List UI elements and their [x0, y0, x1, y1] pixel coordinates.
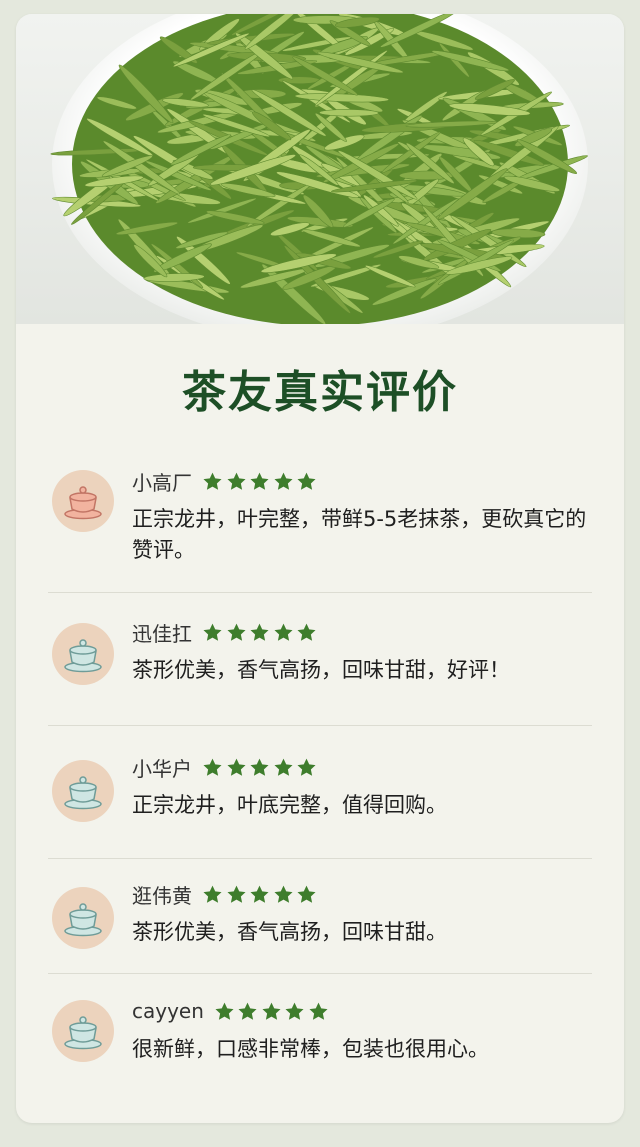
teacup-pink-icon — [52, 470, 114, 532]
reviewer-name: cayyen — [132, 999, 204, 1023]
star-icon — [250, 758, 269, 776]
star-icon — [273, 472, 293, 490]
teacup-blue-icon — [52, 623, 114, 685]
star-icon — [226, 885, 246, 903]
review-text: 茶形优美，香气高扬，回味甘甜。 — [132, 920, 447, 944]
star-icon — [226, 472, 246, 490]
review-text: 正宗龙井，叶完整，带鲜5-5老抹茶，更砍真它的赞评。 — [132, 507, 587, 562]
review-text: 正宗龙井，叶底完整，值得回购。 — [132, 793, 447, 817]
reviewer-row: 迅佳扛 — [132, 619, 592, 646]
reviewer-name: 小高厂 — [132, 470, 192, 495]
reviewer-name: 逛伟黄 — [132, 883, 192, 908]
star-icon — [273, 758, 293, 776]
review-body: 小高厂 正宗龙井，叶完整，带鲜5-5老抹茶，更砍真它的赞评。 — [132, 468, 592, 566]
star-rating — [202, 471, 320, 492]
review-body: 逛伟黄 茶形优美，香气高扬，回味甘甜。 — [132, 881, 592, 948]
star-icon — [285, 1002, 304, 1020]
star-icon — [215, 1002, 234, 1020]
star-icon — [203, 885, 222, 903]
star-icon — [238, 1002, 257, 1020]
star-icon — [297, 472, 316, 490]
star-icon — [250, 623, 269, 641]
star-icon — [203, 758, 222, 776]
review-list: 小高厂 正宗龙井，叶完整，带鲜5-5老抹茶，更砍真它的赞评。 迅佳扛 茶形优美，… — [48, 454, 592, 1092]
teacup-blue-icon — [52, 760, 114, 822]
star-icon — [250, 472, 269, 490]
reviewer-row: cayyen — [132, 998, 592, 1024]
star-icon — [226, 623, 246, 641]
teacup-blue-icon — [52, 887, 114, 949]
tea-bowl-illustration — [16, 14, 624, 324]
page-title: 茶友真实评价 — [182, 367, 458, 418]
star-rating — [214, 1001, 332, 1022]
teacup-blue-icon — [52, 1000, 114, 1062]
star-icon — [297, 758, 316, 776]
star-icon — [203, 623, 222, 641]
review-item: cayyen 很新鲜，口感非常棒，包装也很用心。 — [48, 974, 592, 1092]
star-icon — [262, 1002, 281, 1020]
review-text: 茶形优美，香气高扬，回味甘甜，好评！ — [132, 658, 510, 682]
star-icon — [250, 885, 269, 903]
reviewer-row: 小高厂 — [132, 468, 592, 495]
review-body: 迅佳扛 茶形优美，香气高扬，回味甘甜，好评！ — [132, 619, 592, 686]
star-rating — [202, 622, 320, 643]
star-icon — [203, 472, 222, 490]
star-rating — [202, 884, 320, 905]
star-icon — [309, 1002, 328, 1020]
star-icon — [297, 623, 316, 641]
review-item: 小高厂 正宗龙井，叶完整，带鲜5-5老抹茶，更砍真它的赞评。 — [48, 454, 592, 593]
reviewer-name: 小华户 — [132, 756, 192, 781]
star-rating — [202, 757, 320, 778]
review-body: cayyen 很新鲜，口感非常棒，包装也很用心。 — [132, 998, 592, 1065]
star-icon — [226, 758, 246, 776]
review-item: 小华户 正宗龙井，叶底完整，值得回购。 — [48, 726, 592, 859]
review-card: 茶友真实评价 小高厂 正宗龙井，叶完整，带鲜5-5老抹茶，更砍真它的赞评。 迅佳… — [16, 14, 624, 1123]
reviewer-name: 迅佳扛 — [132, 621, 192, 646]
star-icon — [297, 885, 316, 903]
review-body: 小华户 正宗龙井，叶底完整，值得回购。 — [132, 754, 592, 821]
review-item: 逛伟黄 茶形优美，香气高扬，回味甘甜。 — [48, 859, 592, 974]
star-icon — [273, 623, 293, 641]
star-icon — [273, 885, 293, 903]
review-item: 迅佳扛 茶形优美，香气高扬，回味甘甜，好评！ — [48, 593, 592, 726]
reviewer-row: 小华户 — [132, 754, 592, 781]
review-text: 很新鲜，口感非常棒，包装也很用心。 — [132, 1037, 489, 1061]
reviewer-row: 逛伟黄 — [132, 881, 592, 908]
tea-photo — [16, 14, 624, 324]
